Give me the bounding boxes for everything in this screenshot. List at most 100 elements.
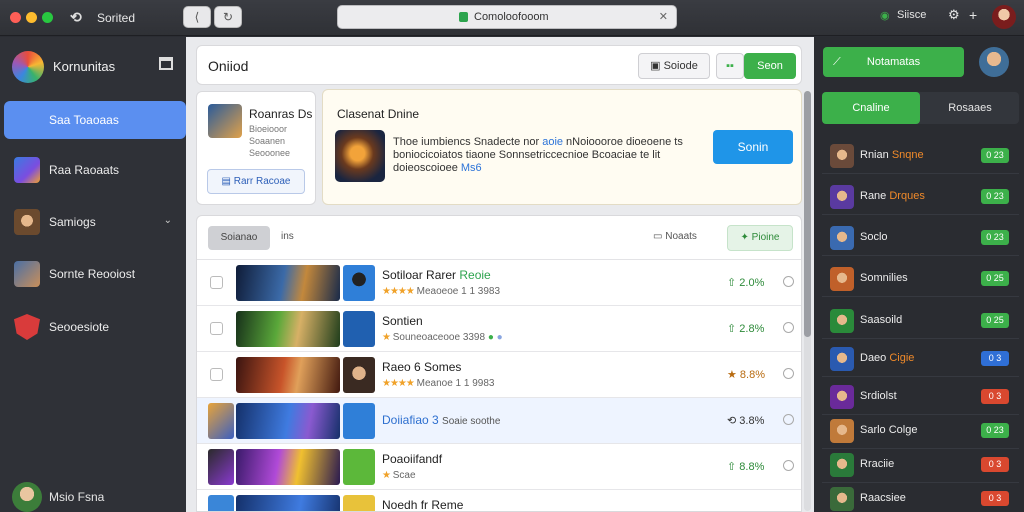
row-info-icon[interactable] — [783, 368, 794, 379]
scrollbar-thumb[interactable] — [804, 91, 811, 337]
sidebar-item-2[interactable]: Samiogs ⌄ — [4, 203, 186, 241]
row-percent-value: 3.8% — [739, 415, 765, 427]
header-outline-button[interactable]: ▣ Soiode — [638, 53, 710, 79]
featured-heading: Clasenat Dnine — [337, 107, 420, 121]
friend-avatar — [830, 226, 854, 250]
row-title: Sotiloar Rarer Reoie — [382, 268, 491, 282]
table-row[interactable]: Raeo 6 Somes ★★★★ Meanoe 1 1 9983 ★ 8.8% — [197, 352, 801, 398]
row-title-text: Noedh fr Reme — [382, 498, 464, 512]
add-icon[interactable]: + — [969, 7, 977, 23]
sidebar-user-avatar[interactable] — [12, 482, 42, 512]
row-banner — [236, 449, 340, 485]
maximize-window-button[interactable] — [42, 12, 53, 23]
list-toolbar: Soianao ins ▭ Noaats ✦ Pioine — [197, 216, 801, 260]
chevron-down-icon[interactable]: ⌄ — [164, 215, 172, 226]
star-rating: ★ — [382, 470, 391, 481]
friend-name: Srdiolst — [860, 390, 897, 402]
back-button[interactable]: ⟨ — [183, 6, 211, 28]
row-info-icon[interactable] — [783, 460, 794, 471]
address-bar[interactable]: Comoloofooom ✕ — [337, 5, 677, 29]
table-row[interactable]: Sotiloar Rarer Reoie ★★★★ Meaoeoe 1 1 39… — [197, 260, 801, 306]
friend-name: Sarlo Colge — [860, 424, 917, 436]
tab-other[interactable]: Rosaaes — [921, 92, 1019, 124]
featured-cta-button[interactable]: Sonin — [713, 130, 793, 164]
clear-address-icon[interactable]: ✕ — [659, 10, 668, 23]
row-tile — [343, 311, 375, 347]
right-avatar[interactable] — [979, 47, 1009, 77]
row-checkbox[interactable] — [210, 322, 223, 335]
row-tile — [343, 495, 375, 511]
friend-badge: 0 3 — [981, 351, 1009, 366]
row-meta-text: Scae — [392, 470, 416, 481]
table-row[interactable]: Doiiafiao 3 Soaie soothe ⟲ 3.8% — [197, 398, 801, 444]
home-icon[interactable] — [159, 57, 173, 70]
right-primary-button[interactable]: ⟋ Notamatas — [823, 47, 964, 77]
friend-avatar — [830, 144, 854, 168]
table-row[interactable]: Sontien ★ Souneoaceooe 3398 ● ● ⇧ 2.8% — [197, 306, 801, 352]
friend-avatar — [830, 309, 854, 333]
row-banner — [236, 311, 340, 347]
friend-name-text: Srdiolst — [860, 390, 897, 402]
row-title: Raeo 6 Somes — [382, 360, 461, 374]
friend-row[interactable]: Daeo Cigie 0 3 — [822, 341, 1019, 377]
sidebar-item-1[interactable]: Raa Raoaats — [4, 151, 186, 189]
friend-name: Rane Drques — [860, 190, 925, 202]
friend-row[interactable]: Raacsiee 0 3 — [822, 481, 1019, 512]
row-percent: ⟲ 3.8% — [727, 415, 765, 427]
friend-row[interactable]: Saasoild 0 25 — [822, 303, 1019, 339]
friend-avatar — [830, 419, 854, 443]
friend-row[interactable]: Srdiolst 0 3 — [822, 379, 1019, 415]
header-icon-button[interactable]: ▪▪ — [716, 53, 744, 79]
minimize-window-button[interactable] — [26, 12, 37, 23]
row-info-icon[interactable] — [783, 276, 794, 287]
reload-button[interactable]: ↻ — [214, 6, 242, 28]
row-title-text: Sontien — [382, 314, 423, 328]
profile-name: Roanras Ds — [249, 107, 313, 121]
friend-row[interactable]: Somnilies 0 25 — [822, 261, 1019, 297]
row-percent-value: 8.8% — [739, 369, 765, 381]
sidebar-item-0[interactable]: Saa Toaoaas — [4, 101, 186, 139]
close-window-button[interactable] — [10, 12, 21, 23]
row-info-icon[interactable] — [783, 322, 794, 333]
friend-row[interactable]: Rnian Snqne 0 23 — [822, 138, 1019, 174]
friend-row[interactable]: Soclo 0 23 — [822, 220, 1019, 256]
notes-link[interactable]: ▭ Noaats — [653, 231, 697, 242]
friend-name: Raacsiee — [860, 492, 906, 504]
list-action-button[interactable]: ✦ Pioine — [727, 225, 793, 251]
featured-artwork — [335, 130, 385, 182]
filter-button[interactable]: Soianao — [208, 226, 270, 250]
row-info-icon[interactable] — [783, 414, 794, 425]
user-avatar[interactable] — [992, 5, 1016, 29]
row-tile — [343, 357, 375, 393]
header-green-button[interactable]: Seon — [744, 53, 796, 79]
profile-thumbnail — [208, 104, 242, 138]
row-tile — [343, 449, 375, 485]
table-row[interactable]: Poaoiifandf ★ Scae ⇧ 8.8% — [197, 444, 801, 490]
table-row[interactable]: Noedh fr Reme — [197, 490, 801, 512]
sidebar-item-3[interactable]: Sornte Reooiost — [4, 255, 186, 293]
row-checkbox[interactable] — [210, 276, 223, 289]
friend-name-text: Raacsiee — [860, 492, 906, 504]
friend-status-text: Drques — [889, 190, 925, 202]
row-title: Doiiafiao 3 Soaie soothe — [382, 413, 500, 427]
friend-row[interactable]: Rraciie 0 3 — [822, 447, 1019, 483]
friend-row[interactable]: Rane Drques 0 23 — [822, 179, 1019, 215]
friend-avatar — [830, 267, 854, 291]
sidebar-item-4[interactable]: Seooesiote — [4, 308, 186, 346]
main-header: Oniiod ▣ Soiode ▪▪ Seon — [196, 45, 802, 85]
friend-status-text: Snqne — [891, 149, 924, 161]
desc-link[interactable]: Ms6 — [461, 162, 482, 174]
friend-row[interactable]: Sarlo Colge 0 23 — [822, 413, 1019, 449]
row-percent: ⇧ 8.8% — [727, 461, 765, 473]
tab-online[interactable]: Cnaline — [822, 92, 920, 124]
row-checkbox[interactable] — [210, 368, 223, 381]
friend-avatar — [830, 453, 854, 477]
profile-action-button[interactable]: ▤ Rarr Racoae — [207, 169, 305, 194]
friend-badge: 0 23 — [981, 423, 1009, 438]
main-scrollbar[interactable] — [804, 91, 811, 511]
star-rating: ★ — [382, 332, 391, 343]
friend-avatar — [830, 185, 854, 209]
desc-link[interactable]: aoie — [542, 136, 563, 148]
share-icon[interactable]: ⚙ — [948, 7, 960, 23]
row-title: Noedh fr Reme — [382, 498, 464, 512]
